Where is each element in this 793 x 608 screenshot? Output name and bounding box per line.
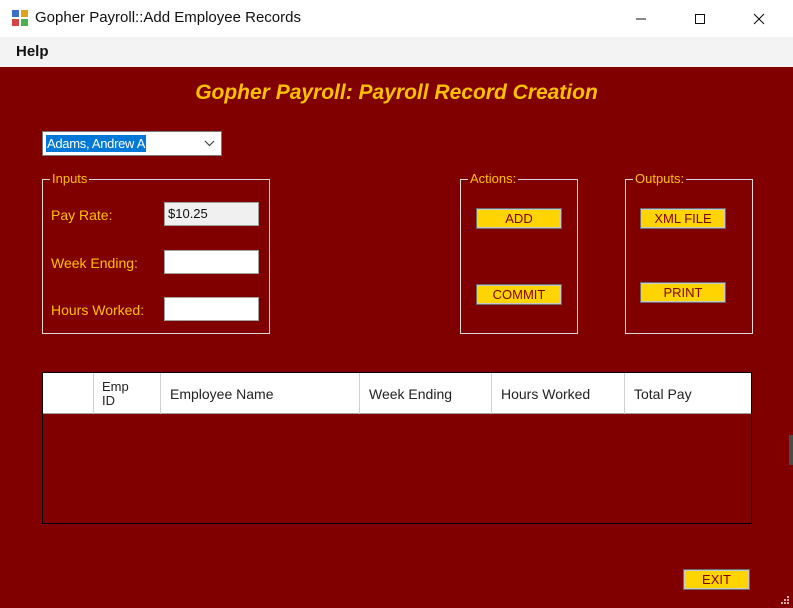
grid-header-employee-name[interactable]: Employee Name	[161, 373, 360, 414]
maximize-icon	[695, 13, 705, 24]
grid-header-total-pay[interactable]: Total Pay	[625, 373, 751, 414]
grid-header-hours-worked[interactable]: Hours Worked	[492, 373, 625, 414]
xml-file-button[interactable]: XML FILE	[640, 208, 726, 229]
minimize-button[interactable]	[612, 0, 670, 37]
pay-rate-field[interactable]: $10.25	[164, 202, 259, 226]
grid-header-emp-id[interactable]: Emp ID	[94, 373, 161, 414]
grid-header-row-selector[interactable]	[43, 373, 94, 414]
title-bar: Gopher Payroll::Add Employee Records	[0, 0, 793, 37]
hours-worked-label: Hours Worked:	[51, 302, 145, 318]
client-area: Gopher Payroll: Payroll Record Creation …	[0, 67, 793, 608]
close-button[interactable]	[730, 0, 788, 37]
close-icon	[753, 13, 765, 24]
actions-group: Actions: ADD COMMIT	[460, 171, 578, 334]
week-ending-field[interactable]	[164, 250, 259, 274]
menu-item-help[interactable]: Help	[16, 43, 49, 60]
maximize-button[interactable]	[671, 0, 729, 37]
grid-header-emp-id-label: Emp ID	[102, 378, 129, 408]
add-button[interactable]: ADD	[476, 208, 562, 229]
print-button[interactable]: PRINT	[640, 282, 726, 303]
records-grid[interactable]: Emp ID Employee Name Week Ending Hours W…	[42, 372, 752, 524]
menu-bar: Help	[0, 37, 793, 67]
employee-select-value: Adams, Andrew A	[46, 135, 147, 152]
outputs-legend: Outputs:	[633, 171, 687, 186]
exit-button[interactable]: EXIT	[683, 569, 750, 590]
minimize-icon	[636, 18, 646, 19]
window-edge	[789, 435, 793, 465]
grid-header: Emp ID Employee Name Week Ending Hours W…	[43, 373, 751, 414]
inputs-group: Inputs Pay Rate: $10.25 Week Ending: Hou…	[42, 171, 270, 334]
grid-header-week-ending[interactable]: Week Ending	[360, 373, 492, 414]
commit-button[interactable]: COMMIT	[476, 284, 562, 305]
outputs-group: Outputs: XML FILE PRINT	[625, 171, 753, 334]
actions-legend: Actions:	[468, 171, 519, 186]
employee-select[interactable]: Adams, Andrew A	[42, 131, 222, 156]
inputs-legend: Inputs	[50, 171, 90, 186]
pay-rate-label: Pay Rate:	[51, 207, 113, 223]
window-title: Gopher Payroll::Add Employee Records	[35, 9, 301, 26]
page-title: Gopher Payroll: Payroll Record Creation	[195, 81, 598, 104]
app-icon	[11, 9, 29, 27]
resize-grip-icon[interactable]	[780, 595, 790, 605]
hours-worked-field[interactable]	[164, 297, 259, 321]
chevron-down-icon	[204, 140, 215, 147]
week-ending-label: Week Ending:	[51, 255, 138, 271]
